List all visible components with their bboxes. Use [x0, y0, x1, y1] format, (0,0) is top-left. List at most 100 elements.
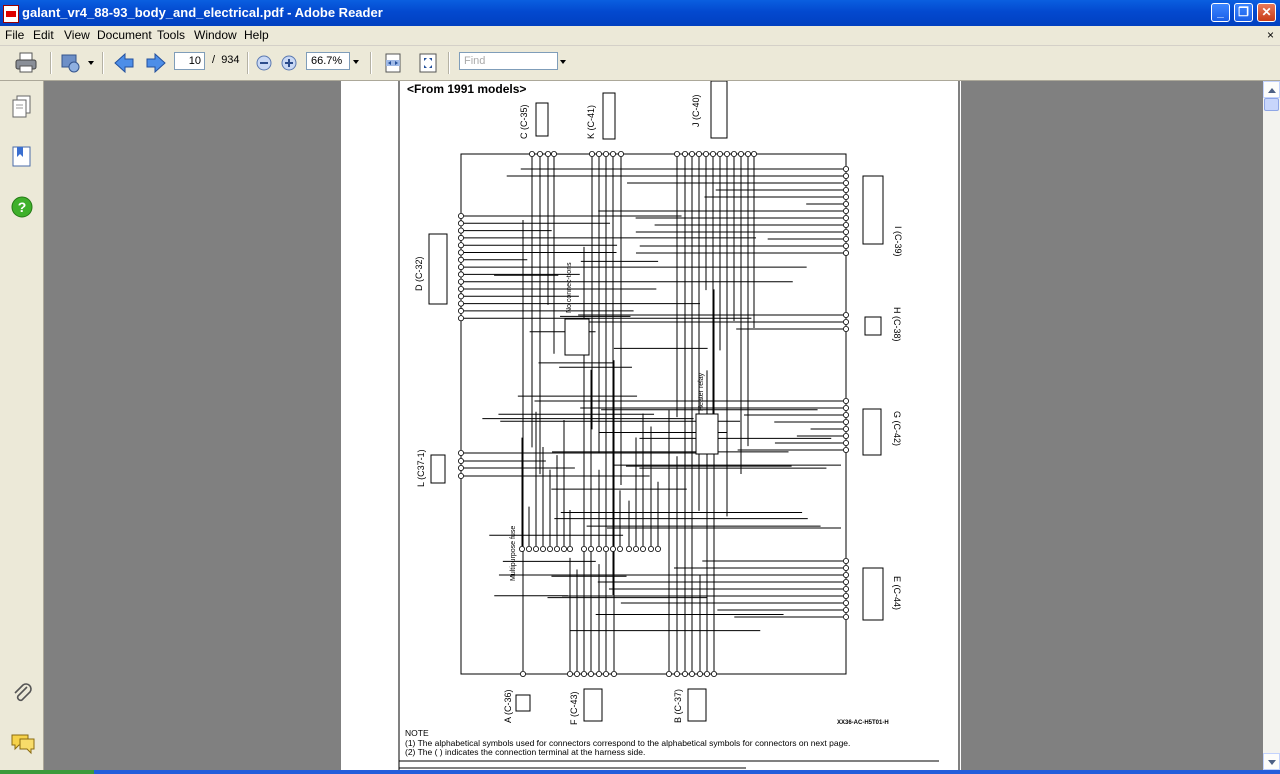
wiring-lines — [464, 157, 843, 671]
chevron-down-icon — [1268, 760, 1276, 765]
scroll-down-button[interactable] — [1263, 753, 1280, 770]
comments-icon[interactable] — [10, 731, 36, 755]
menu-bar: File Edit View Document Tools Window Hel… — [0, 26, 1280, 46]
connector-i-label: I (C-39) — [893, 226, 903, 257]
terminal — [842, 607, 849, 614]
terminal — [458, 464, 465, 471]
help-icon[interactable]: ? — [10, 195, 34, 219]
vertical-scrollbar[interactable] — [1263, 81, 1280, 770]
bookmarks-icon[interactable] — [11, 145, 33, 169]
terminal — [842, 201, 849, 208]
maximize-button[interactable]: ❐ — [1234, 3, 1253, 22]
terminal — [842, 318, 849, 325]
connector-j-label: J (C-40) — [691, 94, 701, 127]
terminal — [842, 173, 849, 180]
terminal — [532, 545, 539, 552]
pages-icon[interactable] — [11, 95, 33, 119]
terminal — [518, 545, 525, 552]
title-bar: galant_vr4_88-93_body_and_electrical.pdf… — [0, 0, 1280, 26]
printer-icon[interactable] — [14, 51, 38, 75]
terminal — [550, 151, 557, 158]
terminal — [528, 151, 535, 158]
organizer-dropdown-icon[interactable] — [88, 61, 94, 65]
heater-relay-label: Heater relay — [698, 372, 705, 411]
terminal — [673, 671, 680, 678]
figure-code: XX36-AC-H5T01-H — [837, 720, 889, 726]
terminal — [458, 293, 465, 300]
menu-window[interactable]: Window — [194, 28, 237, 42]
terminal — [842, 600, 849, 607]
terminal — [744, 151, 751, 158]
connector-b-block — [687, 688, 707, 722]
connector-l-label: L (C37-1) — [416, 449, 426, 487]
connector-k-label: K (C-41) — [586, 105, 596, 139]
page-heading: <From 1991 models> — [407, 82, 526, 96]
terminal — [458, 472, 465, 479]
terminal — [842, 557, 849, 564]
close-button[interactable]: ✕ — [1257, 3, 1276, 22]
find-input[interactable]: Find — [459, 52, 558, 70]
connector-i-block — [862, 175, 884, 245]
connector-j-block — [710, 81, 728, 139]
terminal — [553, 545, 560, 552]
chevron-up-icon — [1268, 88, 1276, 93]
terminal — [842, 214, 849, 221]
document-close-button[interactable]: × — [1267, 28, 1274, 42]
start-button[interactable] — [0, 770, 94, 774]
connector-k-block — [602, 92, 616, 140]
terminal — [750, 151, 757, 158]
menu-document[interactable]: Document — [97, 28, 152, 42]
terminal — [842, 446, 849, 453]
terminal — [710, 671, 717, 678]
next-page-icon[interactable] — [144, 51, 168, 75]
menu-help[interactable]: Help — [244, 28, 269, 42]
terminal — [595, 545, 602, 552]
terminal — [842, 578, 849, 585]
terminal — [716, 151, 723, 158]
zoom-level-input[interactable]: 66.7% — [306, 52, 350, 70]
terminal — [842, 311, 849, 318]
zoom-out-icon[interactable] — [255, 54, 273, 72]
menu-view[interactable]: View — [64, 28, 90, 42]
no-connections-label: No connec-tions — [566, 262, 573, 313]
fit-page-icon[interactable] — [416, 51, 440, 75]
find-dropdown-icon[interactable] — [560, 60, 566, 64]
terminal — [688, 671, 695, 678]
terminal — [842, 180, 849, 187]
terminal — [695, 151, 702, 158]
zoom-in-icon[interactable] — [280, 54, 298, 72]
connector-e-label: E (C-44) — [892, 576, 902, 610]
connector-a-block — [515, 694, 531, 712]
terminal — [709, 151, 716, 158]
minimize-icon: _ — [1217, 5, 1224, 19]
terminal — [458, 212, 465, 219]
menu-tools[interactable]: Tools — [157, 28, 185, 42]
connector-a-label: A (C-36) — [503, 689, 513, 723]
previous-page-icon[interactable] — [112, 51, 136, 75]
terminal — [696, 671, 703, 678]
menu-file[interactable]: File — [5, 28, 24, 42]
terminal — [842, 614, 849, 621]
zoom-dropdown-icon[interactable] — [353, 60, 359, 64]
page-separator: / — [212, 54, 216, 66]
terminal — [842, 411, 849, 418]
attachments-icon[interactable] — [11, 681, 33, 705]
connector-g-label: G (C-42) — [892, 411, 902, 446]
scroll-up-button[interactable] — [1263, 81, 1280, 98]
terminal — [842, 325, 849, 332]
terminal — [602, 671, 609, 678]
scroll-thumb[interactable] — [1264, 98, 1279, 111]
fit-width-icon[interactable] — [381, 51, 405, 75]
terminal — [525, 545, 532, 552]
terminal — [458, 264, 465, 271]
minimize-button[interactable]: _ — [1211, 3, 1230, 22]
terminal — [616, 545, 623, 552]
terminal — [546, 545, 553, 552]
terminal — [842, 235, 849, 242]
organizer-icon[interactable] — [59, 51, 83, 75]
terminal — [609, 545, 616, 552]
page-number-input[interactable]: 10 — [174, 52, 205, 70]
menu-edit[interactable]: Edit — [33, 28, 54, 42]
connector-g-block — [862, 408, 882, 456]
terminal — [458, 315, 465, 322]
